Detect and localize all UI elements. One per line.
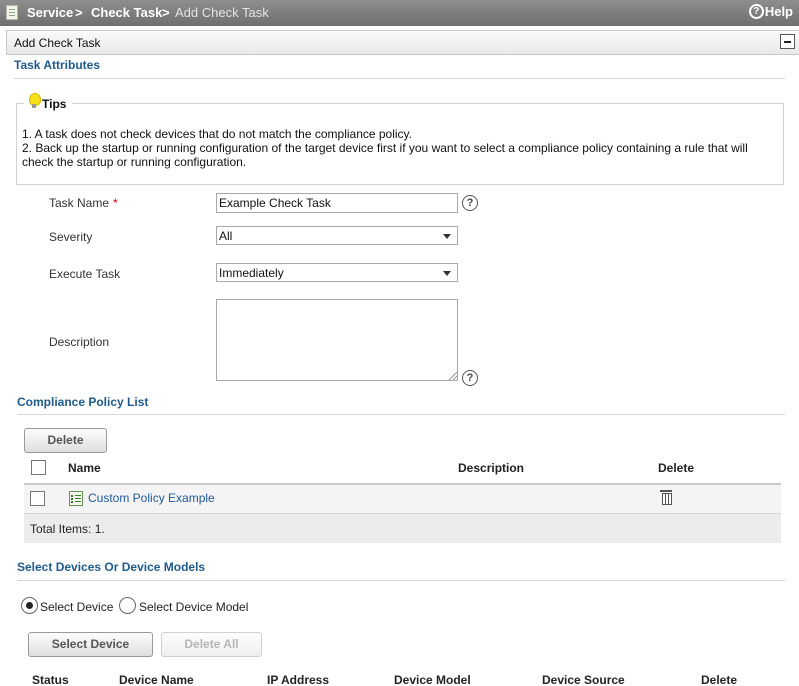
column-header-ip-address[interactable]: IP Address xyxy=(267,673,329,686)
breadcrumb-current: Add Check Task xyxy=(175,5,269,20)
select-all-checkbox[interactable] xyxy=(31,460,46,475)
column-header-status[interactable]: Status xyxy=(32,673,69,686)
document-icon xyxy=(6,5,18,20)
select-device-model-radio-label[interactable]: Select Device Model xyxy=(139,600,248,614)
section-divider xyxy=(17,580,785,581)
tip-line: 2. Back up the startup or running config… xyxy=(22,141,748,169)
severity-label: Severity xyxy=(49,230,93,244)
help-circle-icon[interactable]: ? xyxy=(462,195,478,211)
description-label: Description xyxy=(49,335,110,349)
table-row: Custom Policy Example xyxy=(24,483,781,513)
section-divider xyxy=(17,414,785,415)
lightbulb-icon xyxy=(28,93,41,111)
tips-text: 1. A task does not check devices that do… xyxy=(22,127,772,169)
execute-task-select[interactable]: Immediately xyxy=(216,263,458,282)
required-mark: * xyxy=(113,196,118,210)
select-device-radio-label[interactable]: Select Device xyxy=(40,600,113,614)
select-devices-title: Select Devices Or Device Models xyxy=(17,560,206,574)
policy-name-link[interactable]: Custom Policy Example xyxy=(88,491,215,505)
breadcrumb-check-task[interactable]: Check Task xyxy=(91,5,162,20)
help-link[interactable]: ? Help xyxy=(748,4,793,19)
top-nav-bar: Service > Check Task > Add Check Task ? … xyxy=(0,0,799,26)
section-divider xyxy=(14,78,785,79)
trash-icon[interactable] xyxy=(660,489,672,505)
breadcrumb-separator: > xyxy=(162,5,170,20)
chevron-down-icon xyxy=(443,234,451,239)
description-textarea[interactable] xyxy=(216,299,458,381)
table-footer: Total Items: 1. xyxy=(24,513,781,543)
resize-grip-icon[interactable] xyxy=(449,372,457,380)
chevron-down-icon xyxy=(443,271,451,276)
column-header-description[interactable]: Description xyxy=(458,461,524,475)
select-device-radio[interactable] xyxy=(21,597,38,614)
severity-value: All xyxy=(219,229,233,243)
task-name-label: Task Name * xyxy=(49,196,118,210)
row-checkbox[interactable] xyxy=(30,491,45,506)
compliance-policy-title: Compliance Policy List xyxy=(17,395,149,409)
column-header-device-name[interactable]: Device Name xyxy=(119,673,194,686)
column-header-device-source[interactable]: Device Source xyxy=(542,673,625,686)
column-header-device-delete: Delete xyxy=(701,673,738,686)
column-header-name[interactable]: Name xyxy=(68,461,101,475)
panel-header: Add Check Task xyxy=(6,30,799,55)
tips-label: Tips xyxy=(42,97,67,111)
delete-policy-button[interactable]: Delete xyxy=(24,428,107,453)
task-name-input[interactable] xyxy=(216,193,458,213)
severity-select[interactable]: All xyxy=(216,226,458,245)
tips-legend: Tips xyxy=(24,91,73,111)
help-label: Help xyxy=(764,4,793,19)
delete-all-button: Delete All xyxy=(161,632,262,657)
tip-line: 1. A task does not check devices that do… xyxy=(22,127,412,141)
help-icon: ? xyxy=(748,4,764,19)
breadcrumb-separator: > xyxy=(75,5,83,20)
execute-task-label: Execute Task xyxy=(49,267,121,281)
column-header-delete: Delete xyxy=(658,461,695,475)
task-attributes-title: Task Attributes xyxy=(14,58,101,72)
column-header-device-model[interactable]: Device Model xyxy=(394,673,471,686)
select-device-model-radio[interactable] xyxy=(119,597,136,614)
help-circle-icon[interactable]: ? xyxy=(462,370,478,386)
policy-document-icon xyxy=(69,491,83,506)
breadcrumb-service[interactable]: Service xyxy=(27,5,73,20)
select-device-button[interactable]: Select Device xyxy=(28,632,153,657)
panel-title: Add Check Task xyxy=(14,36,101,50)
execute-task-value: Immediately xyxy=(219,266,284,280)
total-items: Total Items: 1. xyxy=(30,522,105,536)
collapse-button[interactable] xyxy=(780,34,795,49)
